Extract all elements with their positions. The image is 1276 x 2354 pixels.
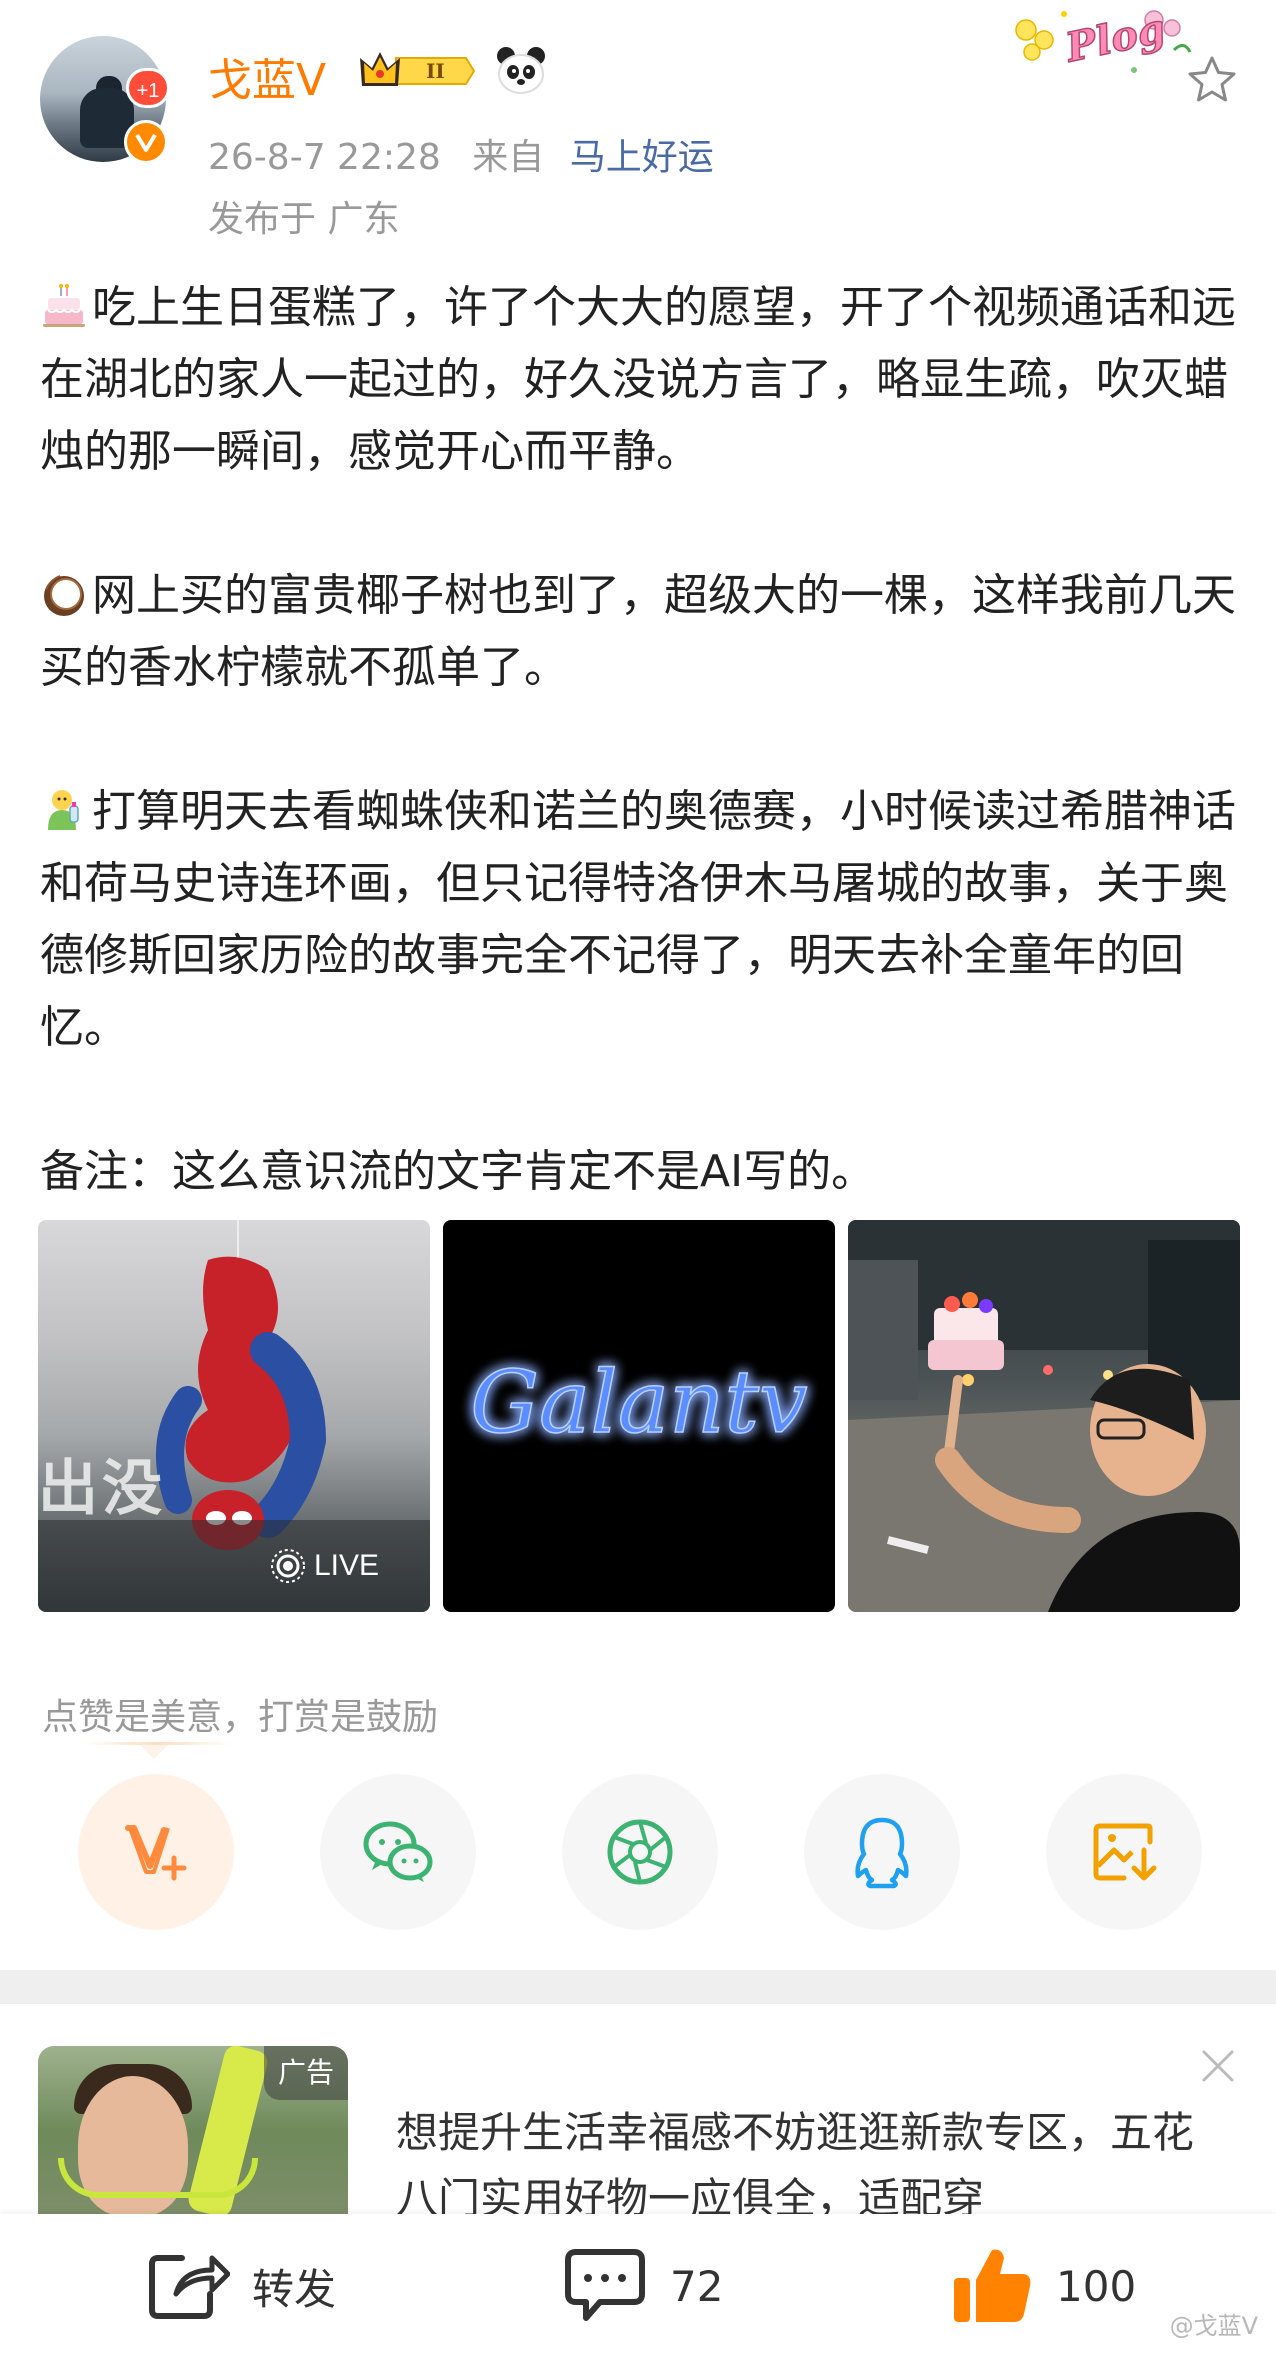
post-meta: 26-8-7 22:28 来自 马上好运 (208, 128, 714, 180)
bottom-action-bar: 转发 72 100 @戈蓝V (0, 2214, 1276, 2354)
reward-hint: 点赞是美意，打赏是鼓励 (42, 1697, 439, 1738)
post-paragraph: 备注：这么意识流的文字肯定不是AI写的。 (40, 1136, 1240, 1208)
like-count: 100 (1056, 2261, 1137, 2311)
source-app-link[interactable]: 马上好运 (570, 137, 714, 178)
section-divider (0, 1970, 1276, 2004)
share-qq-button[interactable] (804, 1774, 960, 1930)
watermark: @戈蓝V (1169, 2312, 1258, 2340)
save-image-button[interactable] (1046, 1774, 1202, 1930)
live-icon (271, 1549, 305, 1583)
reward-pointer (140, 1745, 168, 1759)
v-plus-icon (125, 1825, 187, 1881)
panda-icon (494, 44, 548, 98)
repost-icon (149, 2255, 230, 2319)
favorite-star-icon[interactable] (1184, 52, 1240, 108)
photo-neon-sign[interactable]: Galantv (443, 1220, 835, 1612)
paragraph-text: 打算明天去看蜘蛛侠和诺兰的奥德赛，小时候读过希腊神话和荷马史诗连环画，但只记得特… (40, 786, 1236, 1053)
source-label: 来自 (472, 137, 545, 178)
post-paragraph: 吃上生日蛋糕了，许了个大大的愿望，开了个视频通话和远在湖北的家人一起过的，好久没… (40, 272, 1240, 488)
username[interactable]: 戈蓝V (208, 44, 326, 108)
coconut-icon (40, 568, 88, 616)
share-wechat-button[interactable] (320, 1774, 476, 1930)
share-row (78, 1774, 1202, 1934)
comment-button[interactable]: 72 (562, 2249, 724, 2322)
repost-label: 转发 (252, 2264, 337, 2314)
svg-text:II: II (426, 59, 445, 83)
post-body: 吃上生日蛋糕了，许了个大大的愿望，开了个视频通话和远在湖北的家人一起过的，好久没… (40, 272, 1240, 1208)
like-button[interactable]: 100 (950, 2249, 1137, 2322)
comment-icon (565, 2249, 645, 2321)
share-moments-button[interactable] (562, 1774, 718, 1930)
comment-count: 72 (670, 2261, 724, 2311)
avatar[interactable]: +1 (40, 36, 170, 164)
thumbs-up-icon (954, 2249, 1031, 2322)
qq-icon (855, 1817, 909, 1889)
paragraph-text: 备注：这么意识流的文字肯定不是AI写的。 (40, 1146, 876, 1197)
ad-image[interactable]: 广告 (38, 2046, 348, 2216)
birthday-cake-icon (40, 280, 88, 328)
neon-text: Galantv (470, 1353, 807, 1453)
repost-button[interactable]: 转发 (146, 2250, 336, 2322)
post-paragraph: 网上买的富贵椰子树也到了，超级大的一棵，这样我前几天买的香水柠檬就不孤单了。 (40, 560, 1240, 704)
plog-sticker-icon: Plog (1004, 0, 1194, 90)
post-timestamp: 26-8-7 22:28 (208, 137, 441, 178)
baby-feeding-icon (40, 784, 88, 832)
avatar-notice-badge: +1 (126, 68, 170, 108)
photo-overlay-text: 出没 (38, 1454, 166, 1524)
paragraph-text: 吃上生日蛋糕了，许了个大大的愿望，开了个视频通话和远在湖北的家人一起过的，好久没… (40, 282, 1236, 477)
v-plus-button[interactable] (78, 1774, 234, 1930)
save-image-icon (1093, 1823, 1157, 1881)
ad-close-icon[interactable] (1198, 2046, 1238, 2086)
image-grid: 出没 LIVE Galantv (38, 1220, 1240, 1612)
svg-text:Plog: Plog (1061, 5, 1169, 72)
photo-street-cake[interactable] (848, 1220, 1240, 1612)
post-location: 发布于 广东 (208, 199, 400, 240)
crown-level-icon[interactable]: II (358, 46, 476, 96)
moments-icon (607, 1819, 673, 1885)
live-label: LIVE (314, 1549, 380, 1582)
wechat-icon (363, 1821, 433, 1882)
verified-badge-icon (124, 120, 168, 164)
live-photo-badge[interactable]: LIVE (268, 1542, 379, 1590)
post-paragraph: 打算明天去看蜘蛛侠和诺兰的奥德赛，小时候读过希腊神话和荷马史诗连环画，但只记得特… (40, 776, 1240, 1064)
paragraph-text: 网上买的富贵椰子树也到了，超级大的一棵，这样我前几天买的香水柠檬就不孤单了。 (40, 570, 1236, 693)
post-header: +1 戈蓝V II Plog 26-8-7 22:28 来自 马上好运 发布于 … (0, 0, 1276, 260)
ad-text[interactable]: 想提升生活幸福感不妨逛逛新款专区，五花八门实用好物一应俱全，适配穿 (396, 2100, 1216, 2216)
photo-spiderman-live[interactable]: 出没 LIVE (38, 1220, 430, 1612)
ad-tag: 广告 (264, 2046, 348, 2100)
